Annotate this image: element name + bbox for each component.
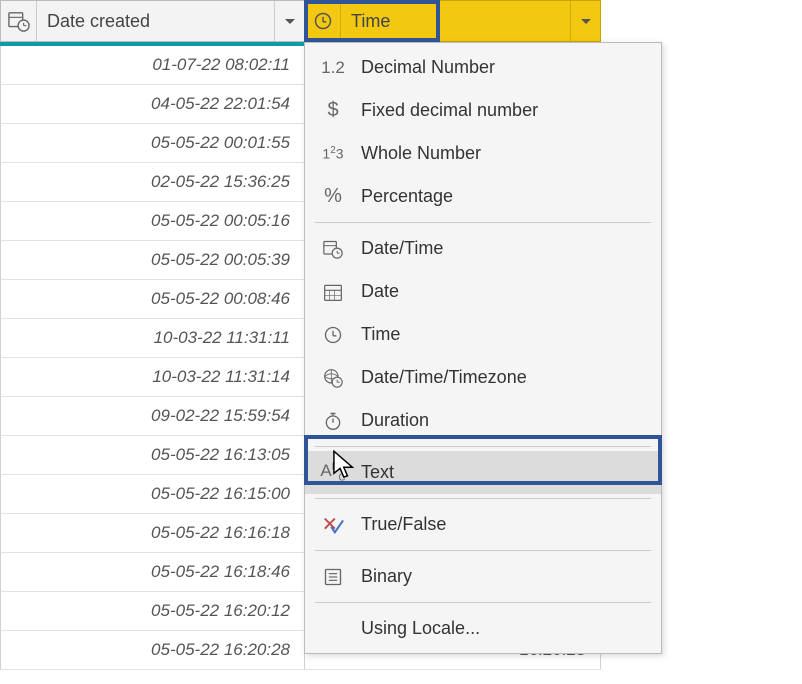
column-header-label: Time — [341, 11, 570, 32]
column-header-label: Date created — [37, 11, 274, 32]
time-type-icon[interactable] — [305, 1, 341, 41]
menu-separator — [315, 222, 651, 223]
truefalse-icon — [317, 514, 349, 536]
menu-item-whole-number[interactable]: 123 Whole Number — [305, 132, 661, 175]
table-cell[interactable]: 05-05-22 00:05:39 — [0, 241, 304, 280]
duration-icon — [317, 411, 349, 431]
text-icon: ABC — [317, 461, 349, 483]
menu-item-truefalse[interactable]: True/False — [305, 503, 661, 546]
table-cell[interactable]: 05-05-22 00:01:55 — [0, 124, 304, 163]
table-cell[interactable]: 05-05-22 00:05:16 — [0, 202, 304, 241]
column-date-created: Date created 01-07-22 08:02:11 04-05-22 … — [0, 0, 304, 670]
menu-item-fixed-decimal[interactable]: $ Fixed decimal number — [305, 89, 661, 132]
decimal-icon: 1.2 — [317, 58, 349, 78]
chevron-down-icon — [285, 19, 295, 24]
menu-item-datetimezone[interactable]: Date/Time/Timezone — [305, 356, 661, 399]
data-type-dropdown-menu: 1.2 Decimal Number $ Fixed decimal numbe… — [304, 42, 662, 654]
table-cell[interactable]: 02-05-22 15:36:25 — [0, 163, 304, 202]
menu-separator — [315, 550, 651, 551]
chevron-down-icon — [581, 19, 591, 24]
currency-icon: $ — [317, 99, 349, 122]
menu-item-text[interactable]: ABC Text — [305, 451, 661, 494]
binary-icon — [317, 567, 349, 587]
table-cell[interactable]: 01-07-22 08:02:11 — [0, 46, 304, 85]
percentage-icon: % — [317, 185, 349, 208]
menu-item-percentage[interactable]: % Percentage — [305, 175, 661, 218]
menu-item-duration[interactable]: Duration — [305, 399, 661, 442]
table-cell[interactable]: 05-05-22 16:13:05 — [0, 436, 304, 475]
menu-item-time[interactable]: Time — [305, 313, 661, 356]
column-header-date-created[interactable]: Date created — [0, 0, 304, 42]
menu-item-datetime[interactable]: Date/Time — [305, 227, 661, 270]
menu-item-binary[interactable]: Binary — [305, 555, 661, 598]
time-icon — [317, 325, 349, 345]
table-cell[interactable]: 05-05-22 16:20:12 — [0, 592, 304, 631]
datetime-icon — [317, 239, 349, 259]
table-cell[interactable]: 10-03-22 11:31:14 — [0, 358, 304, 397]
table-cell[interactable]: 09-02-22 15:59:54 — [0, 397, 304, 436]
table-cell[interactable]: 05-05-22 16:20:28 — [0, 631, 304, 670]
menu-item-date[interactable]: Date — [305, 270, 661, 313]
menu-separator — [315, 602, 651, 603]
datetimezone-icon — [317, 368, 349, 388]
column-header-time[interactable]: Time — [304, 0, 601, 42]
table-cell[interactable]: 04-05-22 22:01:54 — [0, 85, 304, 124]
date-icon — [317, 282, 349, 302]
table-cell[interactable]: 05-05-22 16:15:00 — [0, 475, 304, 514]
column-filter-dropdown[interactable] — [570, 1, 600, 41]
menu-item-using-locale[interactable]: Using Locale... — [305, 607, 661, 650]
datetime-type-icon[interactable] — [1, 1, 37, 41]
table-cell[interactable]: 10-03-22 11:31:11 — [0, 319, 304, 358]
table-cell[interactable]: 05-05-22 16:16:18 — [0, 514, 304, 553]
table-cell[interactable]: 05-05-22 00:08:46 — [0, 280, 304, 319]
whole-number-icon: 123 — [317, 146, 349, 161]
column-filter-dropdown[interactable] — [274, 1, 304, 41]
menu-separator — [315, 446, 651, 447]
menu-separator — [315, 498, 651, 499]
table-cell[interactable]: 05-05-22 16:18:46 — [0, 553, 304, 592]
menu-item-decimal-number[interactable]: 1.2 Decimal Number — [305, 46, 661, 89]
